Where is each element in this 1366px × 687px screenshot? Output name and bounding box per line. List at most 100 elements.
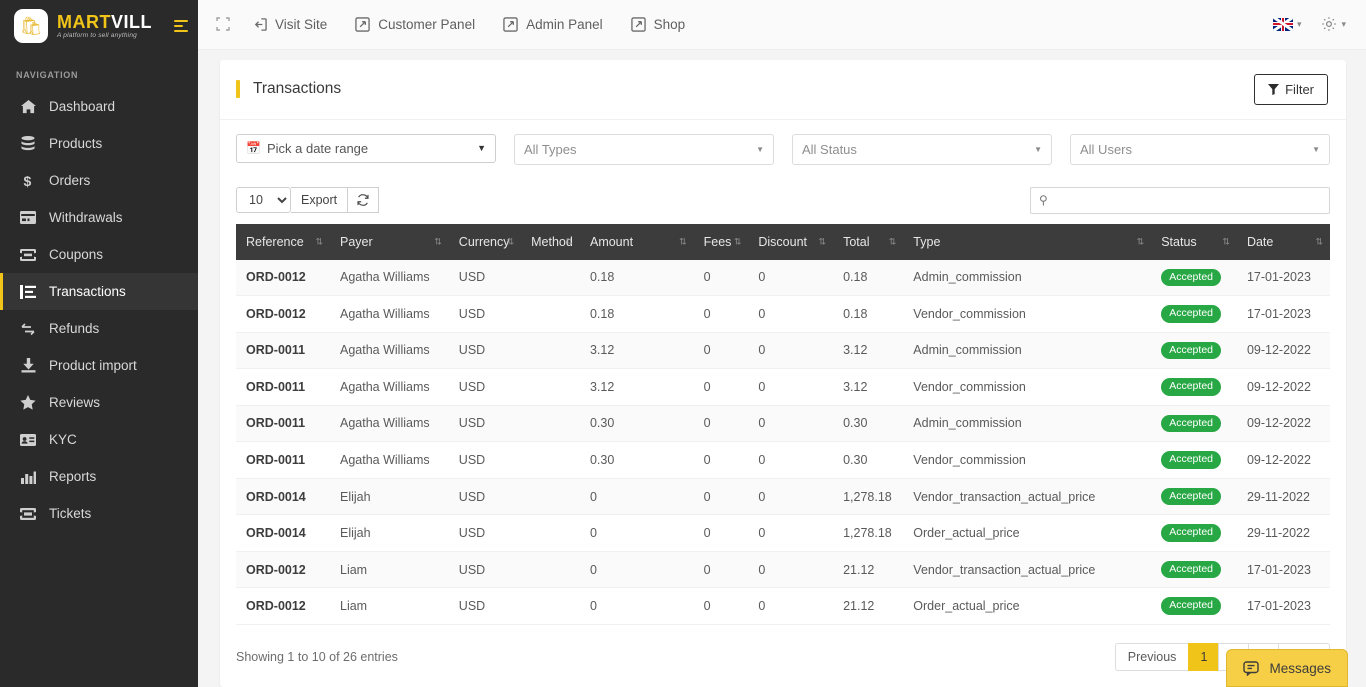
cell-method (521, 514, 580, 552)
cell-payer: Liam (330, 551, 449, 589)
column-header-amount[interactable]: Amount ⇅ (579, 223, 694, 260)
column-header-reference[interactable]: Reference ⇅ (236, 223, 330, 260)
sidebar-item-dashboard[interactable]: Dashboard (0, 88, 198, 125)
sidebar-item-label: Coupons (49, 247, 104, 262)
table-row[interactable]: ORD-0011 Agatha Williams USD 3.12 0 0 3.12 Admi… (236, 332, 1330, 370)
status-select[interactable]: All Status ▼ (792, 133, 1052, 165)
column-header-fees[interactable]: Fees ⇅ (693, 223, 749, 260)
status-badge: Accepted (1161, 560, 1221, 579)
sort-icon: ⇅ (1222, 236, 1229, 247)
column-header-payer[interactable]: Payer ⇅ (330, 223, 449, 260)
sidebar-item-label: Withdrawals (49, 210, 123, 225)
expand-icon[interactable] (216, 17, 230, 31)
column-header-total[interactable]: Total ⇅ (833, 223, 904, 260)
language-switcher[interactable]: ▾ (1272, 17, 1301, 31)
cell-date: 17-01-2023 (1236, 259, 1330, 297)
table-row[interactable]: ORD-0011 Agatha Williams USD 0.30 0 0 0.30 Vend… (236, 441, 1330, 479)
column-header-method[interactable]: Method ⇅ (521, 223, 580, 260)
table-row[interactable]: ORD-0014 Elijah USD 0 0 0 1,278.18 Vendor_trans… (236, 478, 1330, 516)
top-link-label: Visit Site (275, 16, 328, 32)
cell-amount: 0 (579, 514, 694, 552)
column-header-currency[interactable]: Currency ⇅ (448, 223, 522, 260)
sidebar-item-products[interactable]: Products (0, 125, 198, 162)
sidebar-item-withdrawals[interactable]: Withdrawals (0, 199, 198, 236)
column-label: Total (843, 234, 870, 249)
cell-type: Admin_commission (903, 332, 1152, 370)
exchange-icon (20, 321, 36, 337)
date-range-picker[interactable]: 📅 Pick a date range ▼ (236, 133, 496, 163)
export-button[interactable]: Export (291, 187, 349, 214)
status-badge: Accepted (1161, 305, 1221, 323)
messages-button[interactable]: Messages (1226, 649, 1348, 687)
cell-payer: Liam (330, 587, 449, 625)
sidebar-item-orders[interactable]: $ Orders (0, 162, 198, 199)
column-header-type[interactable]: Type ⇅ (903, 223, 1152, 260)
cell-amount: 0 (579, 551, 694, 589)
pagination-page-1[interactable]: 1 (1188, 643, 1219, 671)
sidebar-item-reviews[interactable]: Reviews (0, 384, 198, 421)
transactions-table: Reference ⇅ Payer ⇅ Currency ⇅ Method ⇅ Amou… (236, 223, 1330, 625)
column-label: Payer (340, 234, 373, 249)
sidebar-item-kyc[interactable]: KYC (0, 421, 198, 458)
pagination-previous[interactable]: Previous (1114, 643, 1189, 671)
sidebar-item-transactions[interactable]: Transactions (0, 273, 198, 310)
sidebar-item-coupons[interactable]: Coupons (0, 236, 198, 273)
search-box[interactable]: ⚲ (1030, 186, 1330, 214)
sidebar-item-reports[interactable]: Reports (0, 458, 198, 495)
top-link-label: Admin Panel (526, 16, 603, 32)
sidebar-item-tickets[interactable]: Tickets (0, 495, 198, 532)
cell-payer: Agatha Williams (330, 441, 449, 479)
topbar-right-group: ▾ ▾ (1272, 16, 1346, 32)
cell-date: 09-12-2022 (1236, 441, 1330, 479)
cell-payer: Agatha Williams (330, 259, 449, 297)
table-row[interactable]: ORD-0011 Agatha Williams USD 3.12 0 0 3.12 Vend… (236, 368, 1330, 406)
search-input[interactable] (1053, 192, 1321, 208)
sidebar-toggle-icon[interactable] (174, 20, 188, 32)
cell-method (521, 551, 580, 589)
column-header-discount[interactable]: Discount ⇅ (748, 223, 834, 260)
chevron-down-icon: ▾ (1341, 18, 1346, 29)
column-header-date[interactable]: Date ⇅ (1236, 223, 1330, 260)
external-link-icon (503, 17, 518, 32)
sort-icon: ⇅ (818, 236, 826, 247)
refresh-button[interactable] (348, 187, 380, 214)
table-row[interactable]: ORD-0014 Elijah USD 0 0 0 1,278.18 Order_actual… (236, 514, 1330, 552)
top-link-shop[interactable]: Shop (630, 17, 685, 32)
sidebar-item-refunds[interactable]: Refunds (0, 310, 198, 347)
status-badge: Accepted (1161, 341, 1221, 360)
ticket-alt-icon (20, 506, 36, 522)
table-row[interactable]: ORD-0012 Liam USD 0 0 0 21.12 Order_actual_pric… (236, 587, 1330, 625)
column-header-status[interactable]: Status ⇅ (1151, 223, 1237, 260)
cell-type: Order_actual_price (903, 514, 1152, 552)
table-row[interactable]: ORD-0012 Agatha Williams USD 0.18 0 0 0.18 Admi… (236, 259, 1330, 297)
top-link-visit-site[interactable]: Visit Site (252, 17, 327, 32)
messages-label: Messages (1269, 660, 1331, 676)
table-row[interactable]: ORD-0012 Agatha Williams USD 0.18 0 0 0.18 Vend… (236, 295, 1330, 333)
top-link-customer-panel[interactable]: Customer Panel (355, 17, 475, 32)
sidebar-item-product-import[interactable]: Product import (0, 347, 198, 384)
column-label: Discount (758, 234, 807, 249)
cell-reference: ORD-0012 (236, 587, 330, 625)
gear-icon (1322, 17, 1337, 32)
cell-currency: USD (448, 514, 522, 552)
cell-payer: Agatha Williams (330, 405, 449, 443)
page-length-select[interactable]: 102550100 (236, 187, 291, 214)
types-select[interactable]: All Types ▼ (514, 133, 774, 165)
sort-icon: ⇅ (1136, 236, 1144, 247)
cell-method (521, 332, 580, 370)
filter-button[interactable]: Filter (1254, 73, 1328, 105)
table-row[interactable]: ORD-0012 Liam USD 0 0 0 21.12 Vendor_transactio… (236, 551, 1330, 589)
comment-icon (1243, 661, 1260, 676)
column-label: Type (913, 234, 941, 249)
top-link-admin-panel[interactable]: Admin Panel (503, 17, 603, 32)
nav-section-label: NAVIGATION (16, 70, 79, 80)
cell-reference: ORD-0011 (236, 368, 330, 406)
settings-menu[interactable]: ▾ (1321, 16, 1346, 32)
cell-currency: USD (448, 295, 522, 333)
cell-fees: 0 (693, 551, 749, 589)
table-row[interactable]: ORD-0011 Agatha Williams USD 0.30 0 0 0.30 Admi… (236, 405, 1330, 443)
table-body: ORD-0012 Agatha Williams USD 0.18 0 0 0.18 Admi… (236, 259, 1330, 625)
chevron-down-icon: ▼ (756, 144, 764, 154)
cell-date: 17-01-2023 (1236, 295, 1330, 333)
users-select[interactable]: All Users ▼ (1070, 133, 1330, 165)
